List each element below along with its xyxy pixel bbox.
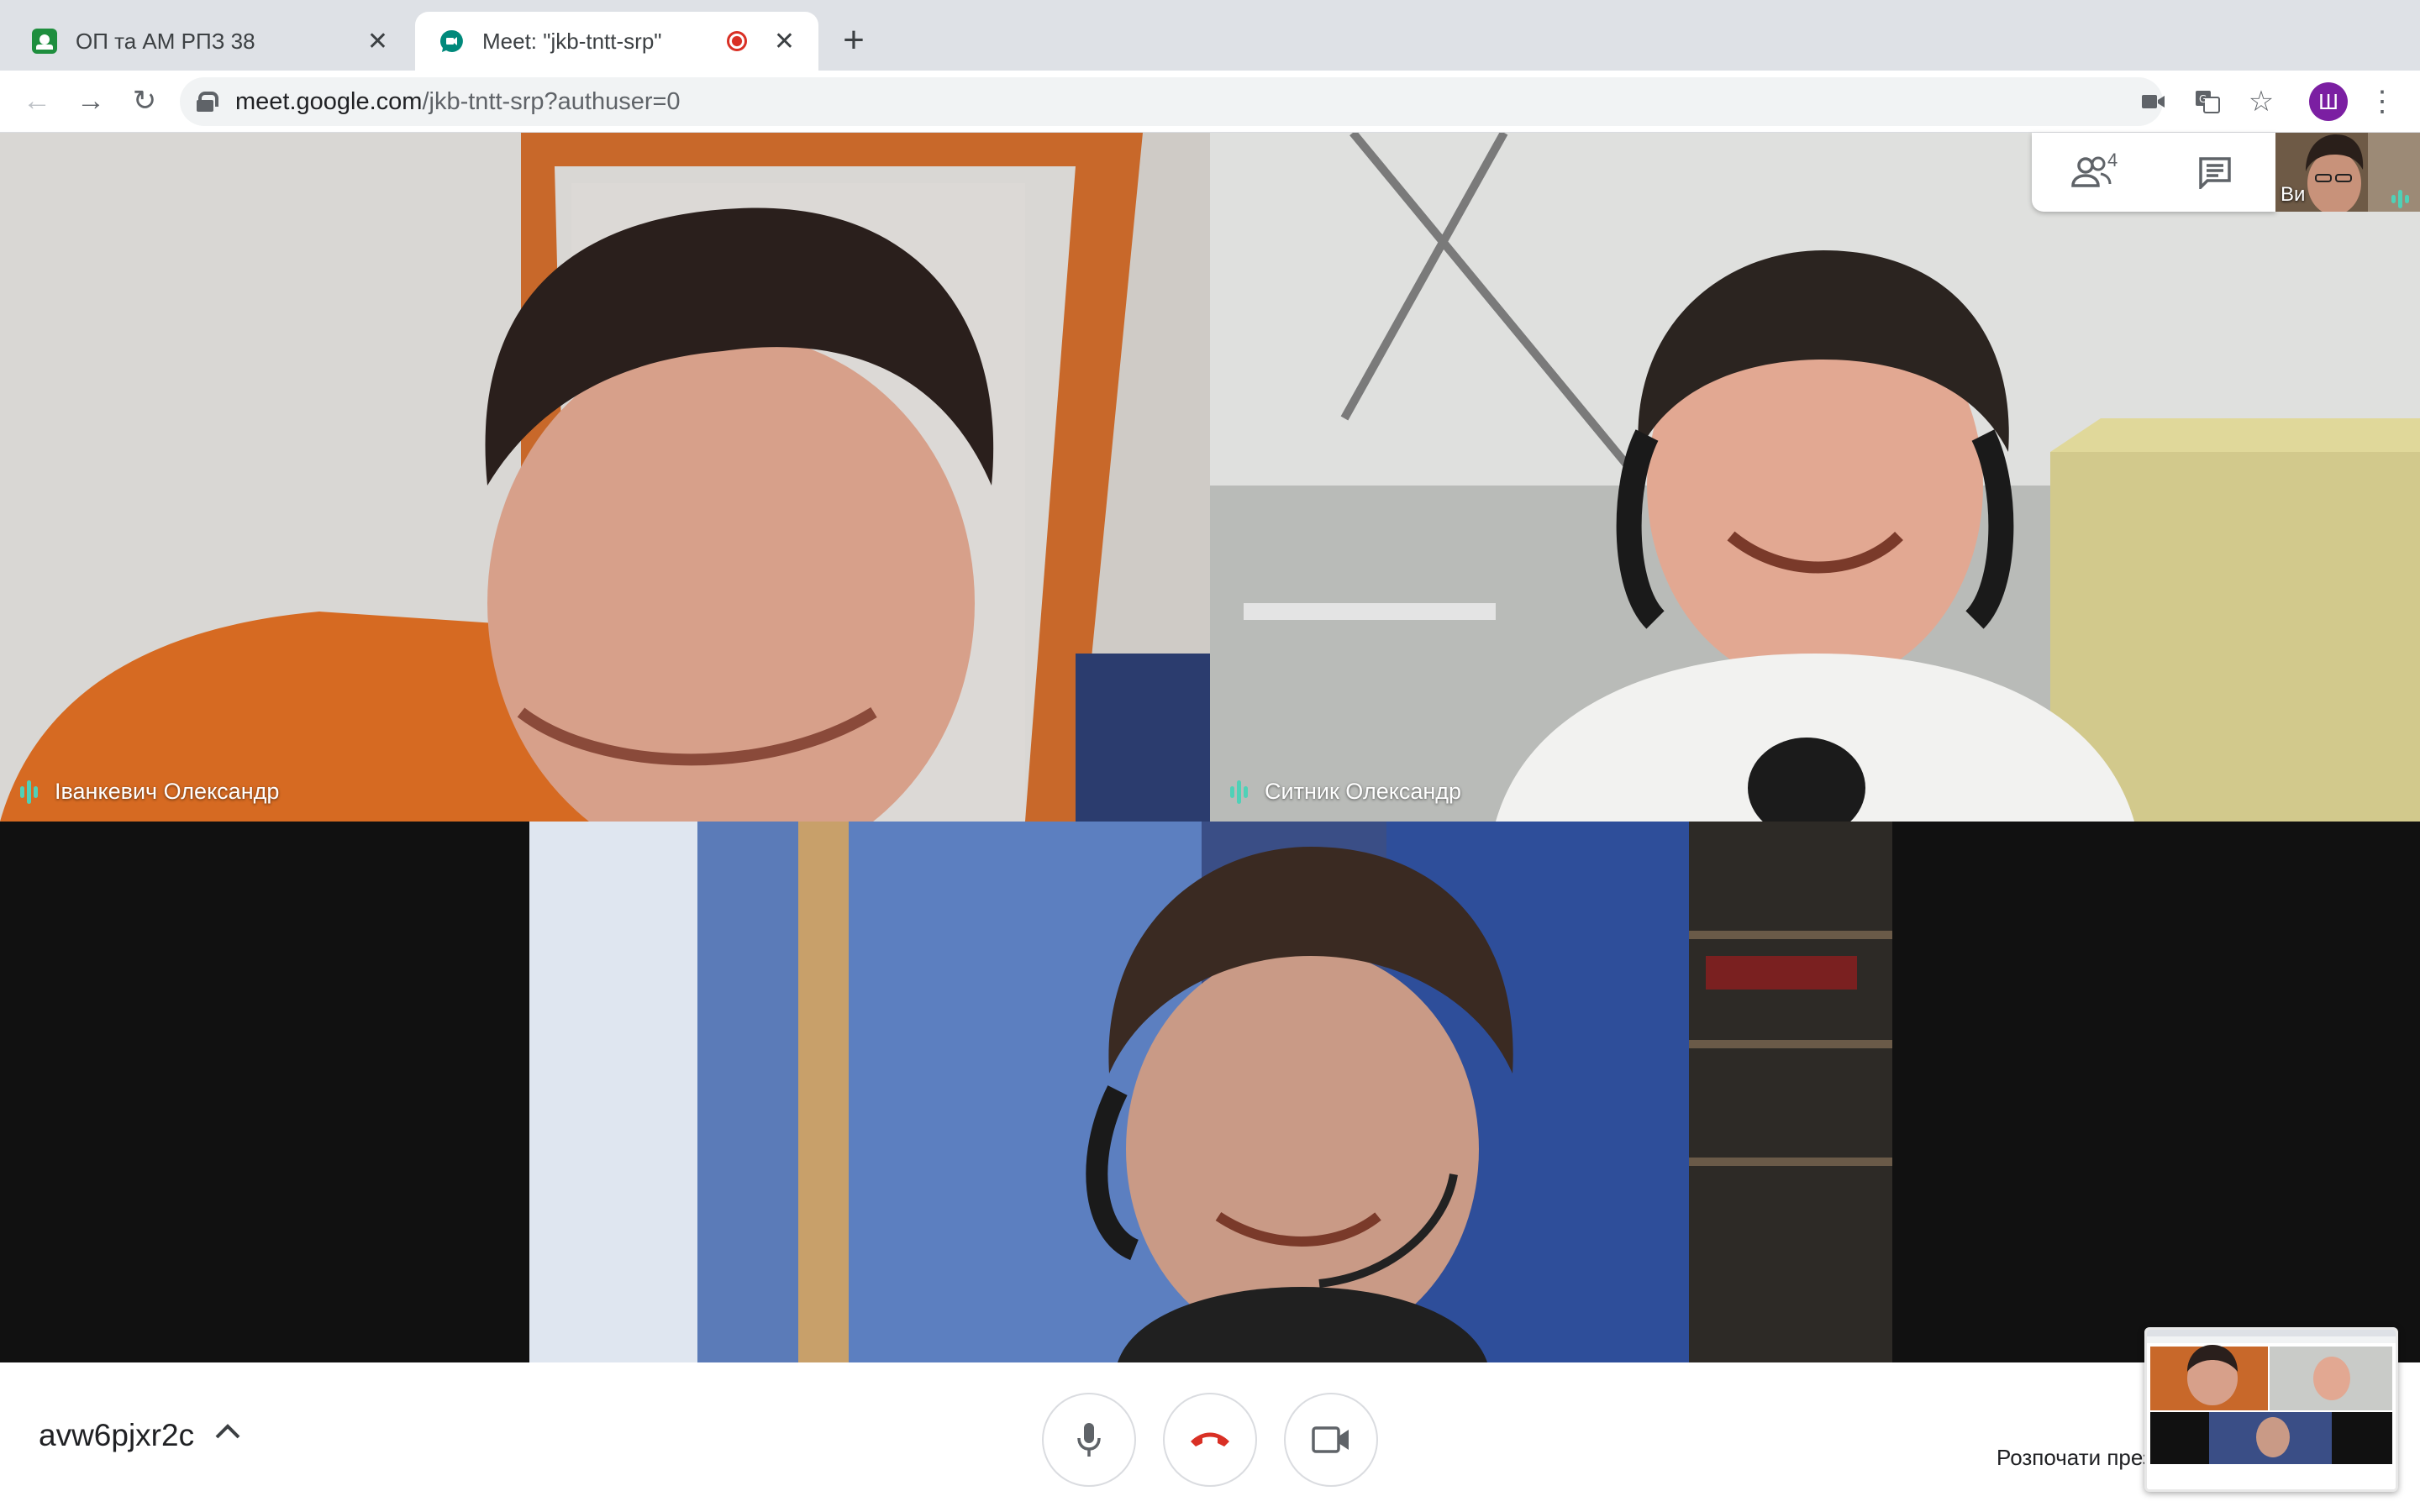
meeting-control-bar: avw6pjxr2c Розпочати презентацію: [0, 1362, 2420, 1512]
microphone-button[interactable]: [1042, 1393, 1136, 1487]
google-meet-icon: [439, 29, 464, 54]
close-tab-icon[interactable]: ✕: [774, 27, 795, 56]
participant-video: [1210, 133, 2420, 822]
camera-in-use-icon[interactable]: [2134, 82, 2173, 121]
url-host: meet.google.com: [235, 87, 423, 115]
participant-nameplate: Іванкевич Олександр: [20, 779, 279, 805]
back-arrow-icon[interactable]: ←: [17, 81, 57, 121]
participants-button[interactable]: 4: [2032, 133, 2154, 212]
tab-strip: ОП та АМ РПЗ 38 ✕ Meet: "jkb-tntt-srp" ✕…: [0, 0, 2420, 71]
meeting-code[interactable]: avw6pjxr2c: [39, 1418, 194, 1453]
tab-title: Meet: "jkb-tntt-srp": [482, 28, 662, 54]
participant-count: 4: [2107, 150, 2118, 171]
svg-text:G: G: [2199, 93, 2207, 105]
new-tab-button[interactable]: +: [837, 20, 871, 62]
bookmark-star-icon[interactable]: ☆: [2242, 82, 2281, 121]
participant-name: Ситник Олександр: [1265, 779, 1462, 804]
recording-icon: [726, 31, 747, 51]
microphone-icon: [1077, 1423, 1101, 1457]
audio-level-icon: [1230, 780, 1248, 804]
meeting-details-panel: 4: [2032, 133, 2275, 212]
hang-up-icon: [1191, 1432, 1229, 1446]
profile-avatar[interactable]: Ш: [2309, 82, 2348, 121]
chat-icon: [2198, 157, 2231, 189]
self-view-thumbnail[interactable]: Ви: [2275, 133, 2420, 212]
video-tile-participant-3[interactable]: [529, 822, 1892, 1362]
lock-icon[interactable]: [197, 92, 218, 112]
url-path: /jkb-tntt-srp?authuser=0: [422, 87, 681, 115]
video-tile-participant-1[interactable]: Іванкевич Олександр: [0, 133, 1210, 822]
participant-nameplate: Ситник Олександр: [1230, 779, 1461, 805]
participant-name: Іванкевич Олександр: [55, 779, 280, 804]
close-tab-icon[interactable]: ✕: [367, 27, 388, 56]
google-classroom-icon: [32, 29, 57, 54]
present-now-label[interactable]: Розпочати презентацію: [1996, 1445, 2148, 1471]
preview-thumbnail: [2147, 1330, 2396, 1489]
chat-button[interactable]: [2154, 133, 2275, 212]
translate-icon[interactable]: G: [2188, 82, 2227, 121]
self-label: Ви: [2281, 183, 2306, 206]
tab-meet[interactable]: Meet: "jkb-tntt-srp" ✕: [415, 12, 818, 71]
video-camera-icon: [1312, 1426, 1349, 1453]
end-call-button[interactable]: [1163, 1393, 1257, 1487]
participant-video: [529, 822, 1892, 1362]
forward-arrow-icon[interactable]: →: [71, 81, 111, 121]
kebab-menu-icon[interactable]: ⋮: [2363, 82, 2402, 121]
reload-icon[interactable]: ↻: [124, 81, 165, 121]
camera-button[interactable]: [1284, 1393, 1378, 1487]
address-bar[interactable]: meet.google.com/jkb-tntt-srp?authuser=0: [180, 77, 2163, 126]
chevron-up-icon[interactable]: [213, 1411, 242, 1449]
audio-level-icon: [20, 780, 38, 804]
browser-toolbar: ← → ↻ meet.google.com/jkb-tntt-srp?authu…: [0, 71, 2420, 133]
audio-level-icon: [2391, 190, 2409, 208]
tab-title: ОП та АМ РПЗ 38: [76, 28, 255, 54]
tab-classroom[interactable]: ОП та АМ РПЗ 38 ✕: [8, 12, 412, 71]
video-tile-participant-2[interactable]: Ситник Олександр: [1210, 133, 2420, 822]
screen-share-preview[interactable]: [2144, 1327, 2398, 1492]
participant-video: [0, 133, 1210, 822]
